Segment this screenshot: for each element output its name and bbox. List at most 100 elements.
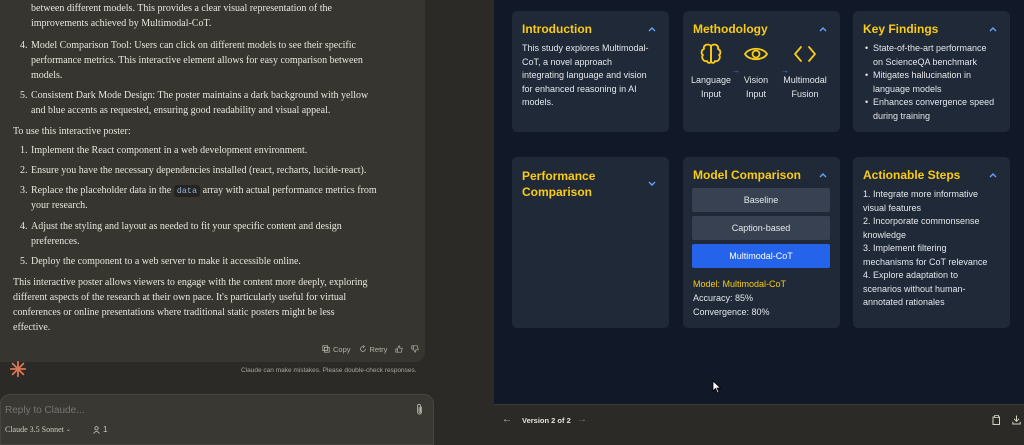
model-button-baseline[interactable]: Baseline	[692, 188, 830, 212]
retry-button[interactable]: Retry	[359, 345, 387, 354]
message-line: Adjust the styling and layout as needed …	[31, 221, 342, 232]
list-number: 3.	[20, 185, 28, 196]
list-number: 5.	[20, 90, 28, 101]
message-text: array with actual performance metrics fr…	[200, 185, 377, 196]
list-number: 1.	[20, 145, 28, 156]
steps-text: 1. Integrate more informative visual fea…	[863, 188, 987, 310]
title-line: Comparison	[522, 185, 593, 199]
message-line: between different models. This provides …	[31, 3, 332, 14]
message-line: Model Comparison Tool: Users can click o…	[31, 40, 356, 51]
artifact-pane: Introduction This study explores Multimo…	[494, 0, 1024, 445]
text-line: scenarios without human-	[863, 283, 966, 294]
list-number: 4.	[20, 221, 28, 232]
chevron-down-icon: ⌄	[65, 427, 71, 433]
message-line: your research.	[31, 200, 88, 211]
step-label: Input	[745, 88, 767, 99]
assistant-message: between different models. This provides …	[0, 0, 425, 362]
style-selector[interactable]: 1	[93, 425, 107, 434]
mouse-cursor-icon	[712, 380, 722, 394]
message-text: Replace the placeholder data in the	[31, 185, 174, 196]
previous-version-button[interactable]: ←	[502, 414, 512, 425]
model-name: Claude 3.5 Sonnet	[5, 425, 64, 434]
user-icon	[93, 425, 100, 434]
chevron-up-icon[interactable]	[988, 170, 998, 180]
composer: Claude 3.5 Sonnet ⌄ 1	[0, 394, 434, 445]
card-title: Key Findings	[863, 22, 939, 36]
copy-label: Copy	[333, 344, 351, 354]
message-line: Consistent Dark Mode Design: The poster …	[31, 90, 369, 101]
chevron-up-icon[interactable]	[988, 24, 998, 34]
thumbs-up-icon	[395, 345, 404, 353]
message-line: and blue accents as requested, ensuring …	[31, 105, 331, 116]
message-line: different aspects of the research at the…	[13, 292, 347, 303]
list-item: Mitigates hallucination in language model…	[861, 69, 994, 96]
copy-icon	[322, 345, 330, 353]
model-selector[interactable]: Claude 3.5 Sonnet ⌄	[5, 425, 71, 434]
chevron-down-icon[interactable]	[647, 178, 657, 188]
message-line: Deploy the component to a web server to …	[31, 256, 301, 267]
card-title: Actionable Steps	[863, 168, 961, 182]
methodology-card[interactable]: Methodology → → Language Input Vision In…	[683, 11, 840, 132]
inline-code: data	[173, 185, 201, 197]
brain-icon	[700, 43, 722, 64]
message-line: performance metrics. This interactive el…	[31, 55, 363, 66]
thumbs-down-icon	[411, 345, 420, 353]
paperclip-icon[interactable]	[414, 403, 425, 416]
retry-icon	[359, 345, 366, 352]
message-line: Implement the React component in a web d…	[31, 145, 308, 156]
text-line: mechanisms for CoT relevance	[863, 256, 988, 267]
card-title: Performance Comparison	[522, 168, 595, 200]
selected-model-label: Model: Multimodal-CoT	[693, 279, 787, 289]
chevron-up-icon[interactable]	[818, 170, 828, 180]
chevron-up-icon[interactable]	[647, 24, 657, 34]
text-line: annotated rationales	[863, 297, 945, 307]
text-line: CoT, a novel approach	[522, 56, 613, 67]
message-line: Ensure you have the necessary dependenci…	[31, 165, 367, 176]
code-icon	[794, 46, 816, 62]
message-actions: Copy Retry	[322, 341, 420, 357]
model-comparison-card[interactable]: Model Comparison Baseline Caption-based …	[683, 157, 840, 328]
actionable-steps-card[interactable]: Actionable Steps 1. Integrate more infor…	[853, 157, 1010, 328]
text-line: This study explores Multimodal-	[522, 43, 649, 53]
chat-pane: between different models. This provides …	[0, 0, 440, 445]
copy-icon[interactable]	[992, 415, 1001, 425]
message-line: preferences.	[31, 236, 80, 247]
thumbs-up-button[interactable]	[395, 345, 404, 353]
text-line: 4. Explore adaptation to	[863, 270, 959, 280]
eye-icon	[743, 47, 769, 61]
copy-button[interactable]: Copy	[322, 345, 351, 354]
text-line: Mitigates hallucination in	[873, 70, 972, 80]
message-line: improvements achieved by Multimodal-CoT.	[31, 18, 212, 29]
model-button-multimodal-cot[interactable]: Multimodal-CoT	[692, 244, 830, 268]
claude-logo-icon	[9, 360, 27, 378]
model-button-caption-based[interactable]: Caption-based	[692, 216, 830, 240]
text-line: for enhanced reasoning in AI	[522, 83, 637, 94]
accuracy-value: Accuracy: 85%	[693, 293, 754, 303]
text-line: on ScienceQA benchmark	[873, 56, 978, 67]
next-version-button[interactable]: →	[577, 414, 587, 425]
step-label: Multimodal	[783, 75, 827, 85]
step-label: Fusion	[791, 88, 819, 99]
key-findings-card[interactable]: Key Findings State-of-the-art performanc…	[853, 11, 1010, 132]
message-line: This interactive poster allows viewers t…	[13, 277, 368, 288]
artifact-footer: ← Version 2 of 2 →	[494, 404, 1024, 445]
text-line: 2. Incorporate commonsense	[863, 216, 980, 226]
title-line: Performance	[522, 169, 596, 183]
text-line: State-of-the-art performance	[873, 43, 987, 53]
download-icon[interactable]	[1012, 415, 1021, 425]
findings-list: State-of-the-art performance on ScienceQA…	[861, 42, 994, 123]
list-item: Enhances convergence speed during trainin…	[861, 96, 994, 123]
introduction-card[interactable]: Introduction This study explores Multimo…	[512, 11, 669, 132]
chevron-up-icon[interactable]	[818, 24, 828, 34]
text-line: Enhances convergence speed	[873, 97, 995, 107]
list-number: 5.	[20, 256, 28, 267]
list-number: 4.	[20, 40, 28, 51]
usage-heading: To use this interactive poster:	[13, 126, 131, 137]
method-step-fusion: Multimodal Fusion	[779, 74, 831, 101]
text-line: visual features	[863, 202, 922, 213]
thumbs-down-button[interactable]	[411, 345, 420, 353]
disclaimer-text: Claude can make mistakes. Please double-…	[241, 367, 417, 374]
reply-input[interactable]	[5, 405, 385, 416]
message-line: models.	[31, 70, 63, 81]
performance-card[interactable]: Performance Comparison	[512, 157, 669, 328]
